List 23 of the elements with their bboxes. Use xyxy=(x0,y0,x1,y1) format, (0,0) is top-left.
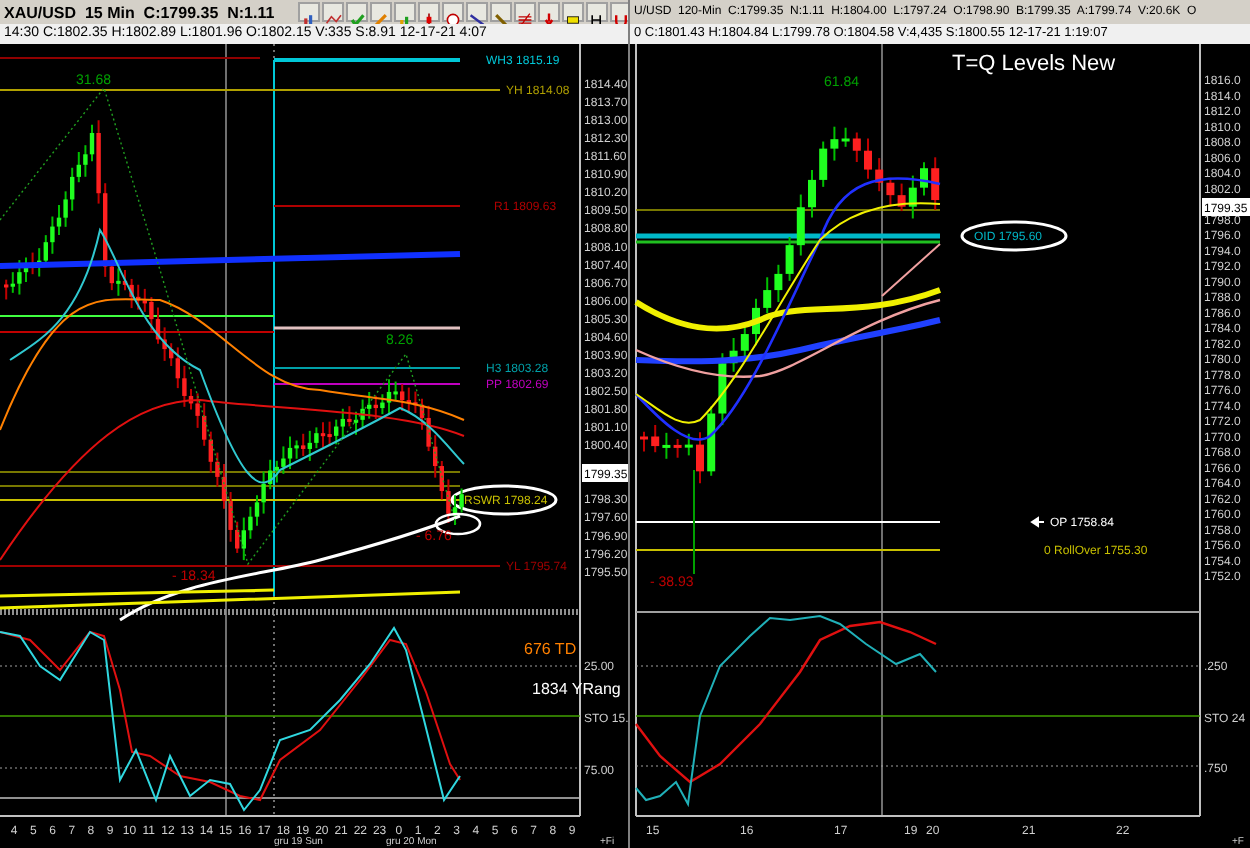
left-arrow-icon xyxy=(1031,516,1045,527)
candle-wick xyxy=(693,469,695,575)
candlestick xyxy=(808,168,816,219)
chart-headline: T=Q Levels New xyxy=(952,52,1116,76)
clock-icon[interactable] xyxy=(442,2,465,22)
indicator-icon[interactable] xyxy=(322,2,345,22)
text-icon[interactable] xyxy=(586,2,609,22)
pencil-icon[interactable] xyxy=(490,2,513,22)
indicator-note: 676 TD xyxy=(524,640,577,658)
candlestick xyxy=(931,156,940,211)
chart-icon[interactable] xyxy=(298,2,321,22)
magnet-icon[interactable] xyxy=(610,2,628,22)
bar-chart-icon[interactable] xyxy=(394,2,417,22)
candlestick xyxy=(640,430,648,453)
candlestick xyxy=(752,297,760,347)
candlestick-icon[interactable] xyxy=(418,2,441,22)
candlestick xyxy=(864,137,872,180)
fibonacci-icon[interactable] xyxy=(514,2,537,22)
chart-title: XAU/USD 15 Min C:1799.35 N:1.11 xyxy=(4,3,275,21)
rectangle-icon[interactable] xyxy=(562,2,585,22)
check-icon[interactable] xyxy=(346,2,369,22)
candlestick xyxy=(696,431,704,485)
candlestick xyxy=(920,161,928,197)
